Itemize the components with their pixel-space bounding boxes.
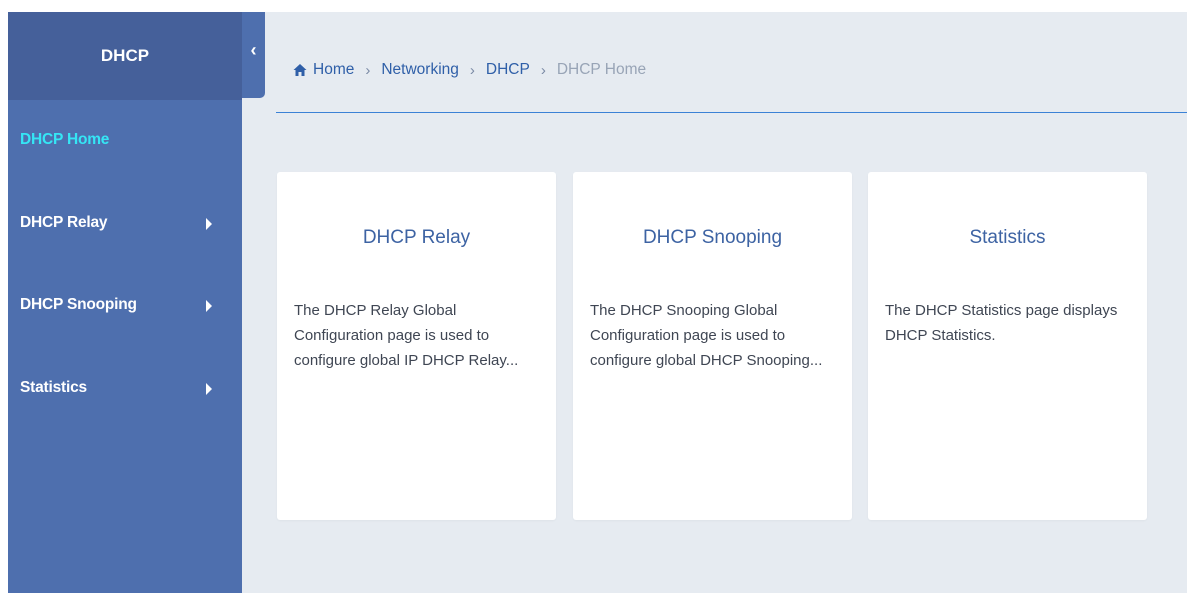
sidebar: DHCP DHCP Home DHCP Relay DHCP Snooping …	[8, 12, 242, 593]
sidebar-title: DHCP	[8, 12, 242, 100]
caret-right-icon	[206, 383, 212, 395]
sidebar-item-dhcp-relay[interactable]: DHCP Relay	[8, 203, 242, 243]
sidebar-item-label: Statistics	[20, 379, 87, 396]
caret-right-icon	[206, 218, 212, 230]
app-frame: DHCP DHCP Home DHCP Relay DHCP Snooping …	[8, 12, 1187, 593]
sidebar-item-label: DHCP Relay	[20, 214, 108, 231]
sidebar-item-label: DHCP Home	[20, 131, 110, 148]
breadcrumb-current: DHCP Home	[556, 61, 647, 78]
sidebar-collapse-button[interactable]: ‹	[242, 12, 265, 98]
sidebar-item-statistics[interactable]: Statistics	[8, 368, 242, 408]
card-dhcp-snooping[interactable]: DHCP Snooping The DHCP Snooping Global C…	[573, 172, 852, 520]
breadcrumb-dhcp[interactable]: DHCP	[486, 61, 530, 79]
sidebar-item-label: DHCP Snooping	[20, 296, 137, 313]
card-description: The DHCP Snooping Global Configuration p…	[590, 302, 823, 369]
breadcrumb-networking[interactable]: Networking	[381, 61, 459, 79]
card-title: DHCP Relay	[362, 227, 471, 248]
breadcrumb-separator: ›	[365, 61, 371, 79]
card-statistics[interactable]: Statistics The DHCP Statistics page disp…	[868, 172, 1147, 520]
card-description: The DHCP Relay Global Configuration page…	[294, 302, 519, 369]
breadcrumb-divider	[276, 112, 1187, 113]
sidebar-item-dhcp-snooping[interactable]: DHCP Snooping	[8, 285, 242, 325]
home-icon[interactable]	[293, 63, 307, 77]
card-description: The DHCP Statistics page displays DHCP S…	[885, 302, 1118, 344]
chevron-left-icon: ‹	[250, 40, 257, 60]
breadcrumb-separator: ›	[469, 61, 475, 79]
sidebar-item-dhcp-home[interactable]: DHCP Home	[8, 120, 242, 160]
breadcrumb-home[interactable]: Home	[313, 61, 354, 79]
breadcrumb-separator: ›	[540, 61, 546, 79]
card-title: Statistics	[969, 227, 1046, 248]
caret-right-icon	[206, 300, 212, 312]
card-title: DHCP Snooping	[642, 227, 783, 248]
breadcrumb: Home › Networking › DHCP › DHCP Home	[293, 58, 646, 82]
card-dhcp-relay[interactable]: DHCP Relay The DHCP Relay Global Configu…	[277, 172, 556, 520]
